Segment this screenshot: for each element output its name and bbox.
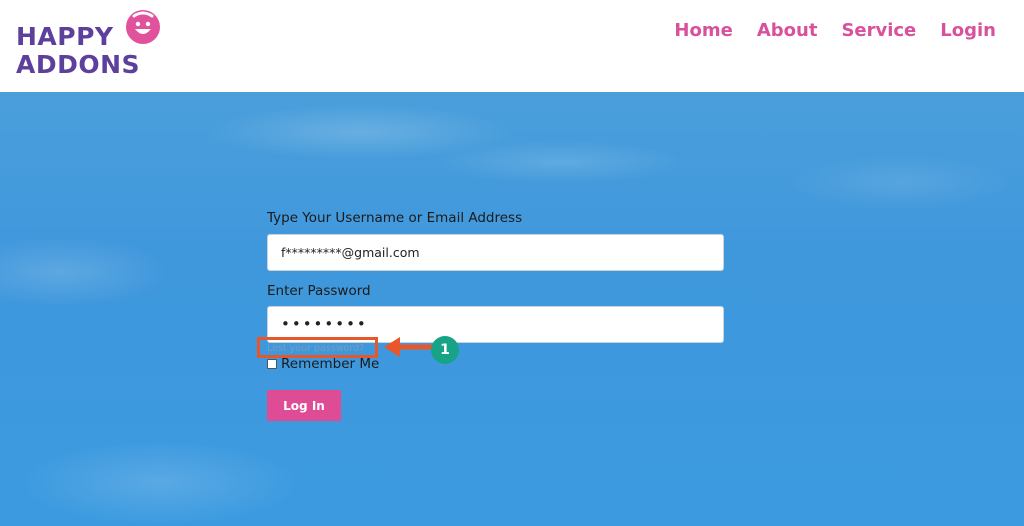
remember-me-row: Remember Me <box>267 356 379 372</box>
lost-password-link[interactable]: Lost your password? <box>267 343 364 354</box>
nav-about[interactable]: About <box>757 20 818 41</box>
main-nav: Home About Service Login <box>674 20 996 41</box>
logo-text-line1: HAPPY <box>16 22 114 51</box>
username-label: Type Your Username or Email Address <box>267 210 523 226</box>
arrow-left-icon <box>384 337 434 357</box>
site-header: HAPPY ADDONS Home About Service Login <box>0 0 1024 92</box>
logo-text-line2: ADDONS <box>16 50 141 79</box>
remember-me-label[interactable]: Remember Me <box>281 356 379 372</box>
username-input[interactable]: f*********@gmail.com <box>267 234 724 271</box>
smiley-face-icon <box>126 10 160 44</box>
password-label: Enter Password <box>267 283 371 299</box>
nav-home[interactable]: Home <box>674 20 732 41</box>
remember-me-checkbox[interactable] <box>267 359 277 369</box>
happy-addons-logo[interactable]: HAPPY ADDONS <box>14 8 164 80</box>
step-number-badge: 1 <box>431 336 459 364</box>
log-in-button[interactable]: Log In <box>267 390 341 421</box>
nav-service[interactable]: Service <box>841 20 916 41</box>
sky-background: Type Your Username or Email Address f***… <box>0 92 1024 526</box>
nav-login[interactable]: Login <box>940 20 996 41</box>
